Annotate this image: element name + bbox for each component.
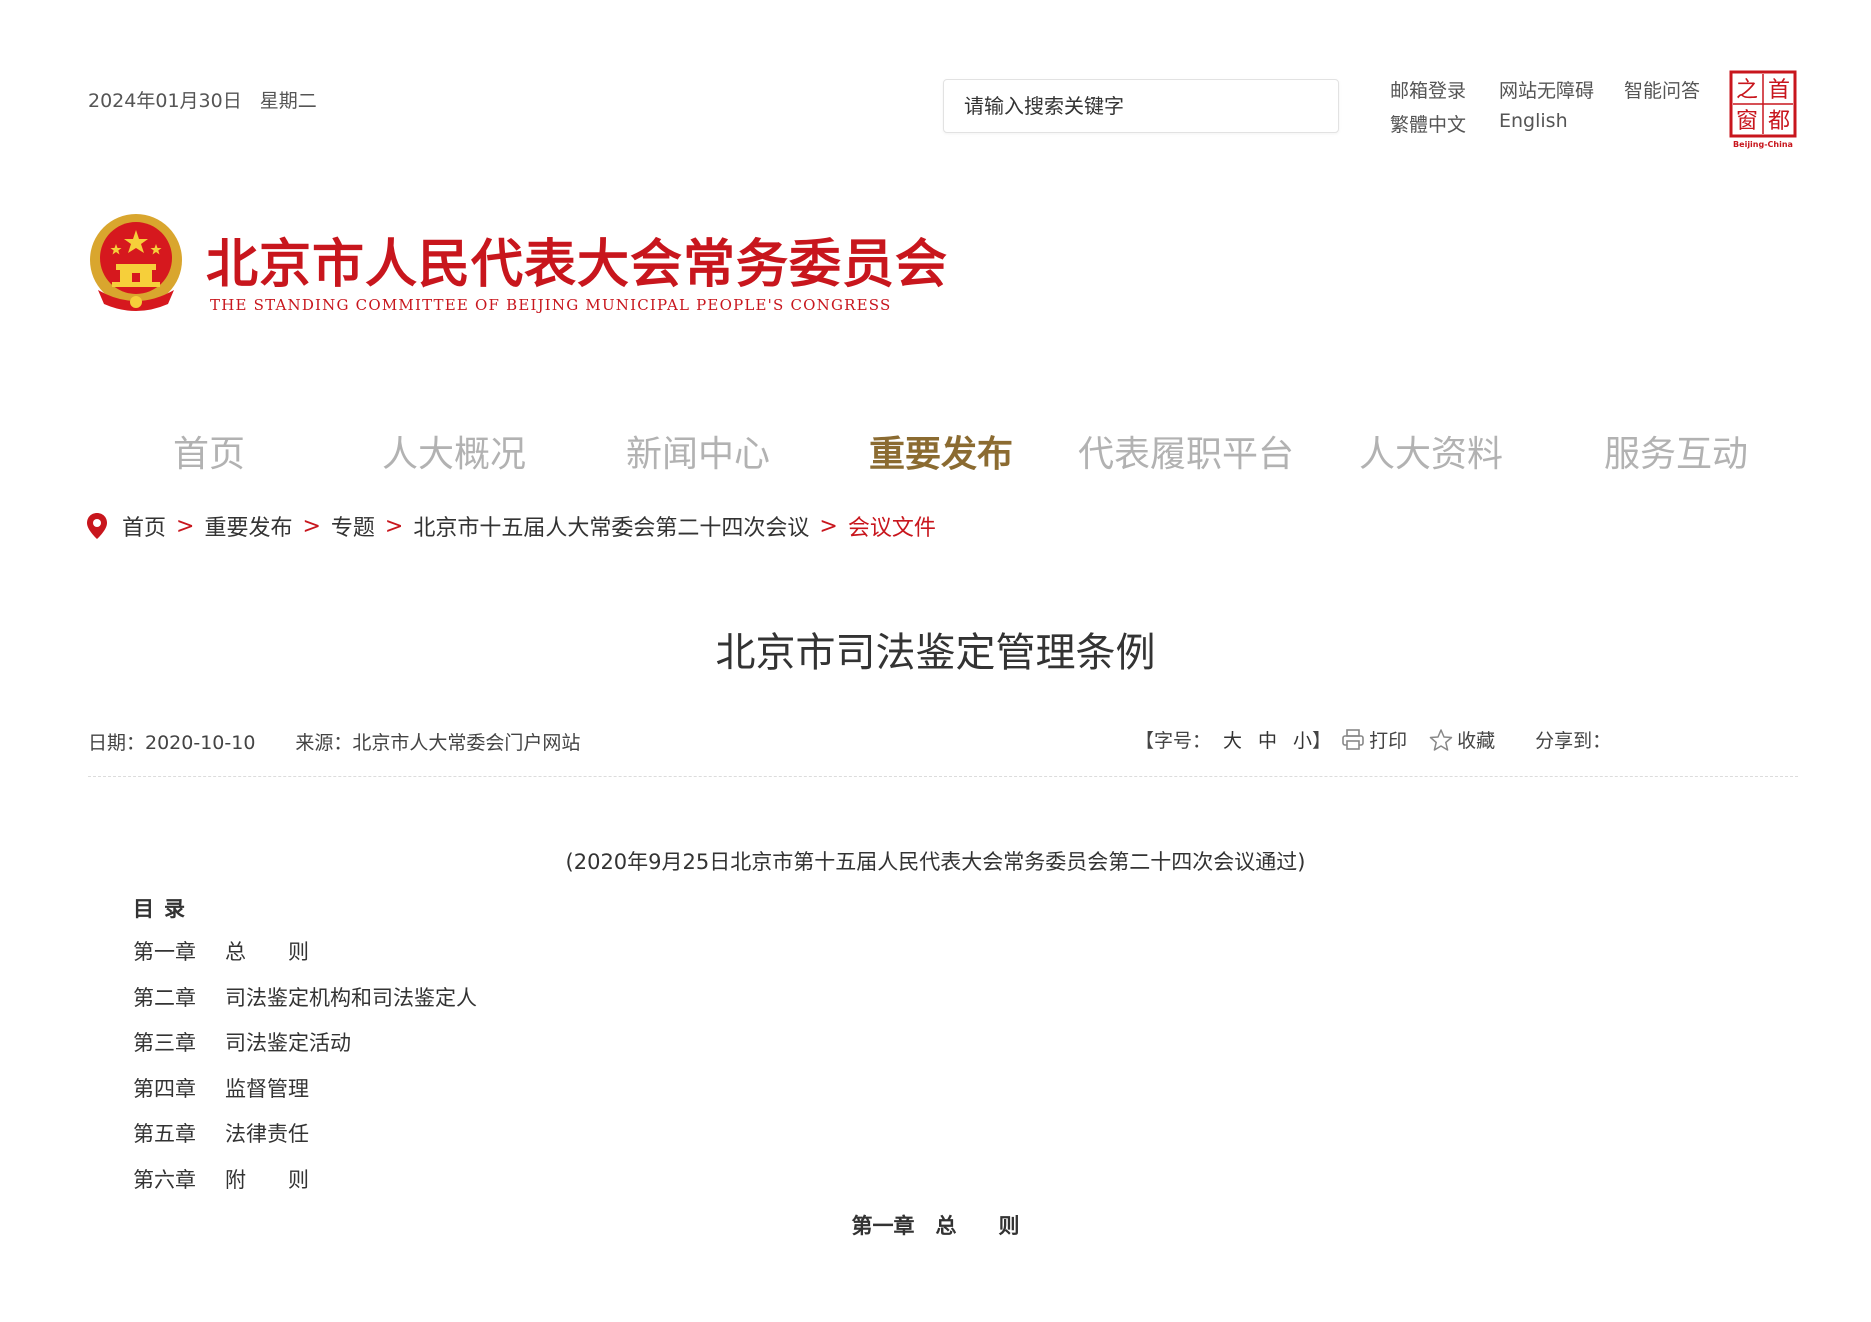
toc-chapter: 第四章 — [133, 1076, 196, 1101]
toc-item: 第二章 司法鉴定机构和司法鉴定人 — [133, 982, 477, 1028]
breadcrumb-separator: > — [819, 513, 838, 539]
toc-item: 第五章 法律责任 — [133, 1118, 477, 1164]
toc-title: 法律责任 — [225, 1122, 309, 1147]
toc-chapter: 第六章 — [133, 1167, 196, 1192]
breadcrumb-important-releases[interactable]: 重要发布 — [204, 510, 292, 542]
article-date: 日期：2020-10-10 — [88, 732, 256, 754]
favorite-button[interactable]: 收藏 — [1429, 726, 1495, 753]
toc-item: 第一章 总 则 — [133, 936, 477, 982]
english-link[interactable]: English — [1499, 110, 1568, 132]
seal-caption: Beijing-China — [1733, 140, 1793, 149]
article-tools: 【字号： 大 中 小 】 打印 收藏 分享到： — [1135, 726, 1611, 753]
date-text: 2024年01月30日 — [88, 90, 242, 112]
article-title: 北京市司法鉴定管理条例 — [715, 630, 1156, 676]
nav-deputy-platform[interactable]: 代表履职平台 — [1078, 425, 1294, 477]
site-title: 北京市人民代表大会常务委员会 — [206, 235, 949, 295]
font-size-close: 】 — [1312, 730, 1332, 752]
search-input[interactable] — [944, 80, 1338, 132]
article-meta: 日期：2020-10-10 来源：北京市人大常委会门户网站 — [88, 728, 580, 755]
print-label: 打印 — [1369, 730, 1408, 752]
smart-qa-link[interactable]: 智能问答 — [1624, 76, 1700, 103]
seal-char-1: 首 — [1768, 78, 1790, 103]
breadcrumb-session[interactable]: 北京市十五届人大常委会第二十四次会议 — [413, 510, 809, 542]
meta-divider — [88, 776, 1798, 777]
toc-heading: 目录 — [133, 897, 195, 921]
current-date: 2024年01月30日 星期二 — [88, 86, 317, 113]
favorite-label: 收藏 — [1457, 730, 1496, 752]
toc-item: 第三章 司法鉴定活动 — [133, 1027, 477, 1073]
toc-item: 第六章 附 则 — [133, 1164, 477, 1210]
toc-item: 第四章 监督管理 — [133, 1073, 477, 1119]
toc-title: 司法鉴定机构和司法鉴定人 — [225, 985, 477, 1010]
main-nav: 首页 人大概况 新闻中心 重要发布 代表履职平台 人大资料 服务互动 — [0, 425, 1871, 485]
toc-chapter: 第一章 — [133, 940, 196, 964]
accessibility-link[interactable]: 网站无障碍 — [1499, 76, 1594, 103]
site-subtitle: THE STANDING COMMITTEE OF BEIJING MUNICI… — [210, 296, 892, 314]
breadcrumb-separator: > — [176, 513, 195, 539]
nav-materials[interactable]: 人大资料 — [1359, 425, 1503, 477]
font-size-label: 【字号： — [1135, 730, 1212, 752]
toc-chapter: 第二章 — [133, 985, 196, 1010]
toc-title: 监督管理 — [225, 1076, 309, 1101]
nav-home[interactable]: 首页 — [173, 425, 245, 477]
breadcrumb-home[interactable]: 首页 — [122, 510, 166, 542]
capital-window-logo[interactable]: 首 都 之 窗 Beijing-China — [1729, 70, 1797, 150]
seal-char-3: 之 — [1736, 78, 1758, 103]
mail-login-link[interactable]: 邮箱登录 — [1390, 76, 1466, 103]
toc-title: 司法鉴定活动 — [225, 1031, 351, 1056]
share-label: 分享到： — [1535, 730, 1612, 752]
toc-chapter: 第五章 — [133, 1122, 196, 1147]
table-of-contents: 第一章 总 则 第二章 司法鉴定机构和司法鉴定人 第三章 司法鉴定活动 第四章 监督管理… — [133, 936, 477, 1210]
font-size-medium[interactable]: 中 — [1258, 726, 1277, 753]
national-emblem-icon — [88, 212, 184, 316]
font-size-small[interactable]: 小 — [1293, 726, 1312, 753]
star-icon — [1429, 728, 1453, 751]
nav-news-center[interactable]: 新闻中心 — [626, 425, 770, 477]
nav-overview[interactable]: 人大概况 — [382, 425, 526, 477]
printer-icon — [1342, 728, 1364, 750]
passed-note: (2020年9月25日北京市第十五届人民代表大会常务委员会第二十四次会议通过) — [565, 850, 1306, 874]
toc-title: 附 则 — [225, 1167, 309, 1192]
nav-services[interactable]: 服务互动 — [1604, 425, 1748, 477]
seal-char-2: 都 — [1768, 109, 1790, 134]
breadcrumb-topics[interactable]: 专题 — [331, 510, 375, 542]
nav-important-releases[interactable]: 重要发布 — [869, 425, 1013, 477]
article-source: 来源：北京市人大常委会门户网站 — [295, 732, 581, 754]
weekday-text: 星期二 — [259, 90, 317, 112]
toc-chapter: 第三章 — [133, 1031, 196, 1056]
breadcrumb-separator: > — [302, 513, 321, 539]
print-button[interactable]: 打印 — [1341, 726, 1407, 753]
seal-char-4: 窗 — [1736, 109, 1758, 134]
toc-title: 总 则 — [225, 940, 309, 964]
traditional-chinese-link[interactable]: 繁體中文 — [1390, 110, 1466, 137]
breadcrumb-current[interactable]: 会议文件 — [848, 510, 936, 542]
location-pin-icon — [87, 513, 107, 539]
breadcrumb-separator: > — [384, 513, 404, 539]
font-size-large[interactable]: 大 — [1223, 726, 1242, 753]
breadcrumb: 首页 > 重要发布 > 专题 > 北京市十五届人大常委会第二十四次会议 > 会议… — [86, 510, 936, 542]
search-box[interactable] — [943, 79, 1339, 133]
chapter-heading: 第一章 总 则 — [851, 1214, 1020, 1238]
